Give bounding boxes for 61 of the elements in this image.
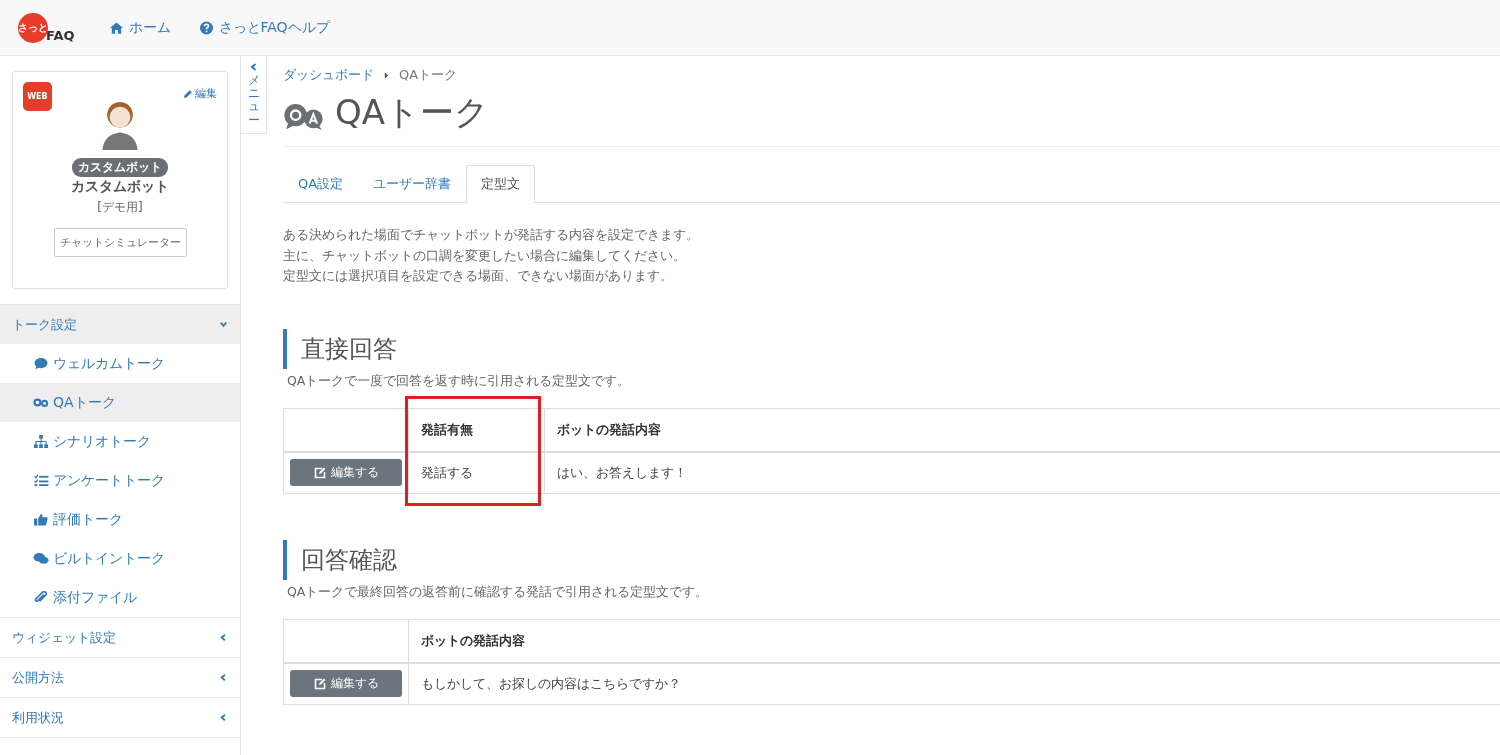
tab[interactable]: QA設定 [283, 165, 359, 203]
table-header-cell: ボットの発話内容 [544, 408, 1500, 452]
chevron-left-icon [219, 633, 228, 642]
chevron-left-icon [248, 62, 259, 72]
paperclip-icon [33, 591, 49, 604]
table-cell: はい、お答えします！ [544, 451, 1500, 493]
chat-simulator-button[interactable]: チャットシミュレーター [53, 228, 187, 257]
breadcrumb-current: QAトーク [399, 66, 458, 84]
nav-link[interactable]: ホーム [108, 18, 171, 37]
breadcrumb-link[interactable]: ダッシュボード [283, 66, 374, 84]
sitemap-icon [33, 435, 49, 448]
menu-toggle-tab[interactable]: メニュー [241, 56, 267, 134]
sidebar-item[interactable]: アンケートトーク [0, 461, 240, 500]
home-icon [108, 20, 124, 35]
tab[interactable]: ユーザー辞書 [358, 165, 467, 203]
section-description: QAトークで最終回答の返答前に確認する発話で引用される定型文です。 [287, 583, 710, 601]
bot-name: カスタムボット [71, 178, 169, 196]
section-heading: 直接回答 [283, 328, 1500, 369]
channel-badge: WEB [23, 82, 52, 111]
table-cell: 発話する [408, 451, 545, 493]
edit-icon [313, 466, 326, 479]
edit-button[interactable]: 編集する [290, 459, 402, 486]
sidebar-group[interactable]: 公開方法 [0, 657, 240, 697]
help-icon [198, 20, 214, 35]
intro-text: 定型文には選択項目を設定できる場面、できない場面があります。 [283, 267, 674, 285]
menu-label: メニュー [247, 74, 260, 127]
breadcrumb-separator-icon [384, 70, 389, 80]
sidebar-item[interactable]: 添付ファイル [0, 578, 240, 617]
table-header-cell: ボットの発話内容 [408, 619, 1500, 663]
table-cell: もしかして、お探しの内容はこちらですか？ [408, 662, 1500, 704]
edit-icon [313, 677, 326, 690]
sidebar-item[interactable]: 評価トーク [0, 500, 240, 539]
intro-text: 主に、チャットボットの口調を変更したい場合に編集してください。 [283, 246, 687, 265]
bot-note: [デモ用] [97, 199, 143, 216]
table-header-cell: 発話有無 [408, 408, 545, 452]
sidebar-item[interactable]: QAトーク [0, 383, 240, 422]
section-description: QAトークで一度で回答を返す時に引用される定型文です。 [287, 372, 632, 390]
sidebar-group[interactable]: ウィジェット設定 [0, 617, 240, 657]
chat-bubbles-icon [33, 552, 49, 565]
checklist-icon [33, 474, 49, 487]
sidebar-item[interactable]: ウェルカムトーク [0, 344, 240, 383]
tab[interactable]: 定型文 [466, 165, 536, 203]
section-heading: 回答確認 [283, 539, 1500, 580]
sidebar-item[interactable]: ビルトイントーク [0, 539, 240, 578]
chevron-left-icon [219, 673, 228, 682]
pencil-icon [183, 88, 193, 99]
qa-bubbles-icon [283, 103, 325, 131]
edit-button[interactable]: 編集する [290, 670, 402, 697]
chevron-left-icon [219, 713, 228, 722]
sidebar-group[interactable]: トーク設定 [0, 304, 240, 344]
speech-bubble-icon [33, 357, 49, 370]
sidebar-group[interactable]: 利用状況 [0, 697, 240, 737]
bot-type-badge: カスタムボット [72, 158, 168, 177]
qa-bubbles-icon [33, 396, 49, 409]
page-title: QAトーク [335, 91, 490, 134]
chevron-down-icon [219, 320, 228, 329]
intro-text: ある決められた場面でチャットボットが発話する内容を設定できます。 [283, 226, 700, 244]
thumbs-up-icon [33, 513, 49, 526]
nav-link[interactable]: さっとFAQヘルプ [198, 18, 330, 37]
edit-link[interactable]: 編集 [183, 86, 217, 101]
sidebar-item[interactable]: シナリオトーク [0, 422, 240, 461]
